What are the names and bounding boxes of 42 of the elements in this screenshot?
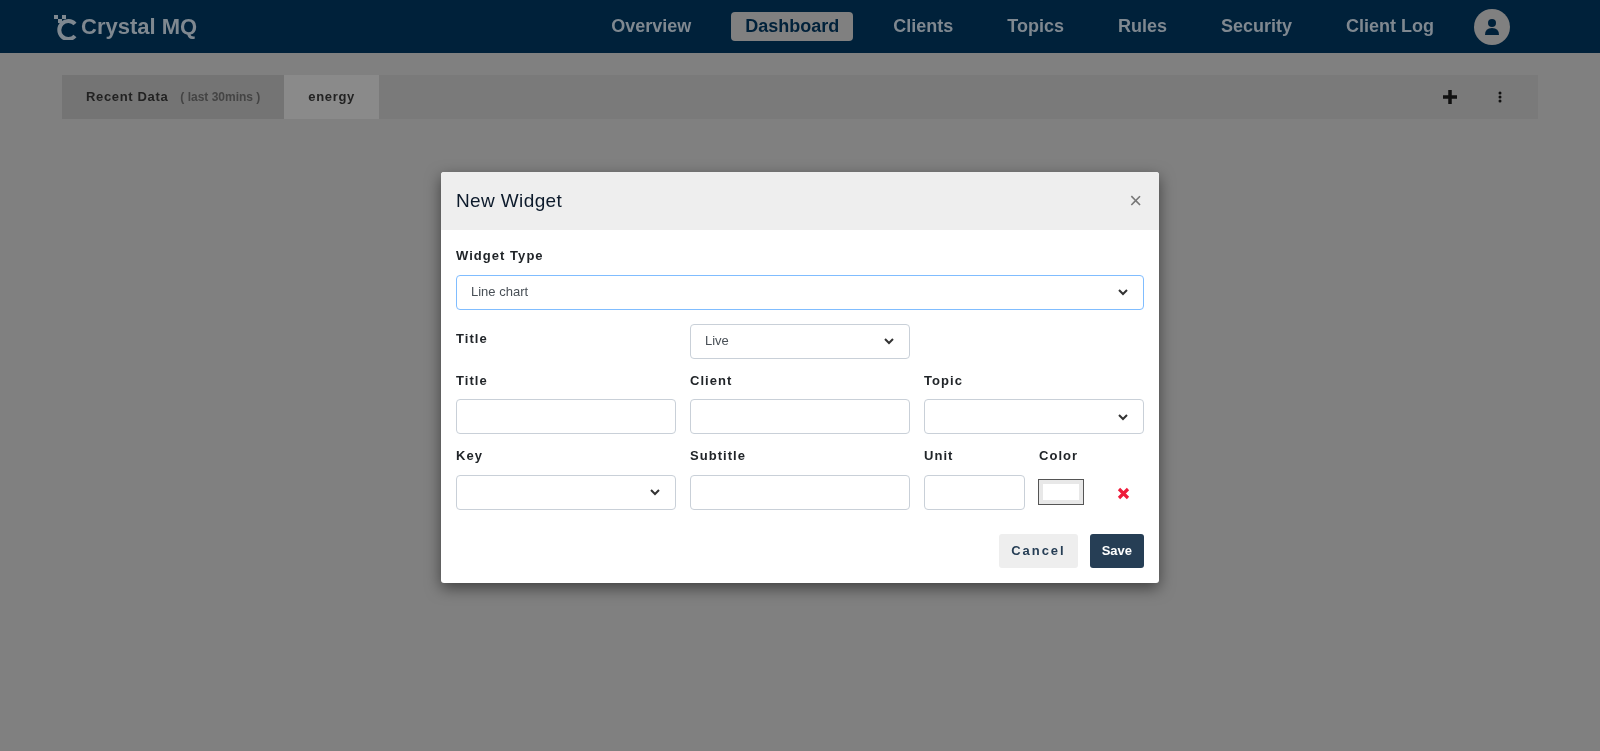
select-field[interactable] bbox=[456, 474, 676, 510]
logo-icon bbox=[53, 13, 79, 40]
select-field[interactable] bbox=[924, 399, 1144, 434]
nav-link[interactable]: Rules bbox=[1103, 12, 1181, 41]
field-label: Subtitle bbox=[690, 447, 747, 465]
remove-icon[interactable] bbox=[1117, 486, 1130, 500]
input-field[interactable] bbox=[924, 474, 1025, 510]
chevron-down-icon bbox=[1117, 286, 1129, 298]
field-label: Client bbox=[690, 371, 734, 390]
input-field[interactable] bbox=[690, 474, 910, 510]
field-label: Topic bbox=[924, 371, 964, 390]
tab-label: Recent Data bbox=[86, 88, 169, 107]
nav-link[interactable]: Dashboard bbox=[731, 12, 854, 41]
field-label: Key bbox=[456, 447, 484, 465]
tab[interactable]: energy bbox=[284, 75, 379, 119]
field-label: Widget Type bbox=[456, 247, 545, 265]
dialog-title: New Widget bbox=[456, 188, 563, 213]
input-field[interactable] bbox=[456, 399, 676, 434]
select-field[interactable]: Line chart bbox=[456, 274, 1144, 310]
chevron-down-icon bbox=[649, 486, 661, 498]
input-field[interactable] bbox=[690, 399, 910, 434]
tab-label: energy bbox=[308, 88, 355, 107]
more-vertical-icon[interactable] bbox=[1498, 91, 1502, 103]
field-label: Title bbox=[456, 371, 489, 390]
user-icon bbox=[1485, 18, 1499, 35]
nav-link[interactable]: Topics bbox=[993, 12, 1078, 41]
field-label: Unit bbox=[924, 447, 955, 465]
close-button[interactable]: × bbox=[1129, 190, 1144, 212]
avatar-button[interactable] bbox=[1474, 8, 1510, 45]
nav-link[interactable]: Client Log bbox=[1332, 12, 1448, 41]
field-label: Title bbox=[456, 330, 488, 346]
color-swatch[interactable] bbox=[1039, 480, 1083, 504]
field-label: Color bbox=[1039, 447, 1080, 465]
logo-text: Crystal MQ bbox=[81, 13, 198, 41]
chevron-down-icon bbox=[883, 335, 895, 347]
select-field[interactable]: Live bbox=[690, 323, 910, 359]
nav-link[interactable]: Security bbox=[1206, 12, 1306, 41]
nav-link[interactable]: Overview bbox=[597, 12, 706, 41]
add-icon[interactable] bbox=[1442, 89, 1458, 105]
cancel-button[interactable]: Cancel bbox=[999, 533, 1078, 568]
save-button[interactable]: Save bbox=[1089, 533, 1144, 568]
nav-link[interactable]: Clients bbox=[879, 12, 968, 41]
